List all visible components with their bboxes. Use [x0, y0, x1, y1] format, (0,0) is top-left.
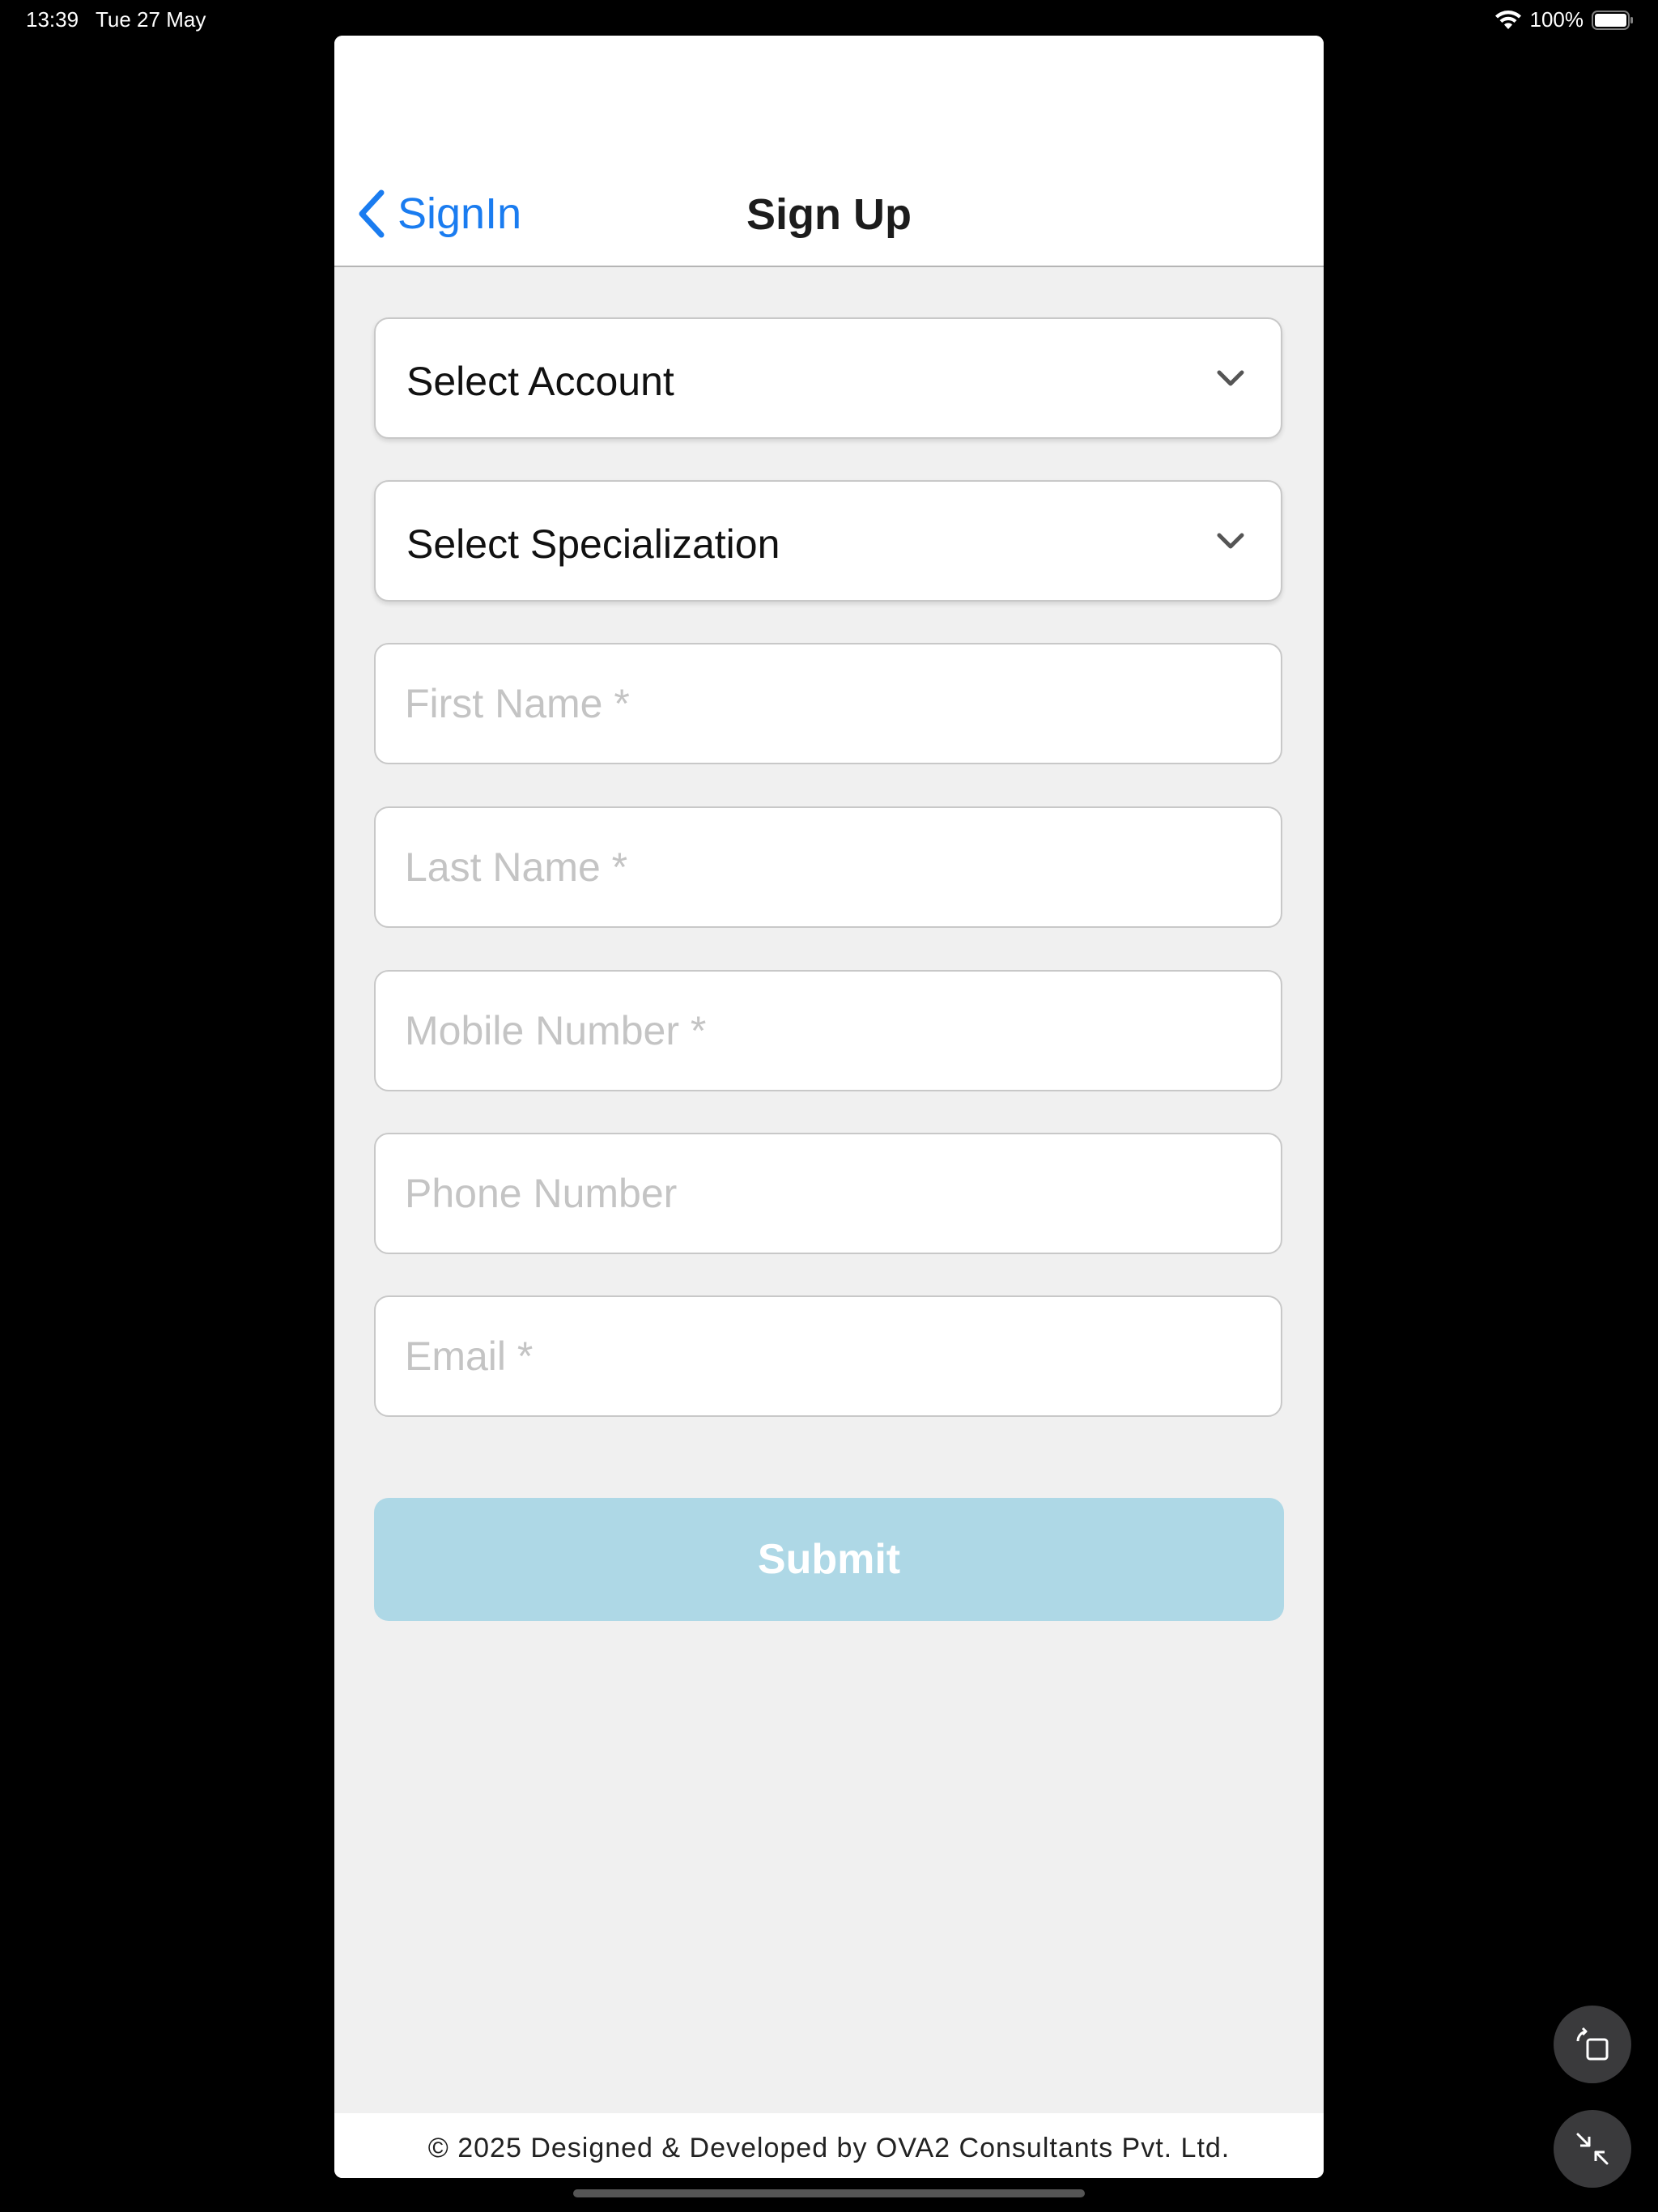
wifi-icon	[1494, 10, 1521, 29]
phone-number-field[interactable]	[374, 1133, 1282, 1254]
status-bar: 13:39 Tue 27 May 100%	[0, 0, 1658, 39]
mobile-number-field[interactable]	[374, 970, 1282, 1091]
last-name-field[interactable]	[374, 806, 1282, 928]
minimize-button[interactable]	[1554, 2110, 1631, 2188]
rotate-button[interactable]	[1554, 2006, 1631, 2083]
submit-button[interactable]: Submit	[374, 1498, 1284, 1621]
phone-number-input[interactable]	[405, 1134, 1247, 1253]
email-field[interactable]	[374, 1295, 1282, 1417]
chevron-down-icon	[1217, 370, 1244, 386]
battery-icon	[1592, 10, 1633, 30]
last-name-input[interactable]	[405, 808, 1247, 926]
rotate-icon	[1576, 2027, 1609, 2061]
chevron-down-icon	[1217, 533, 1244, 549]
minimize-icon	[1576, 2133, 1609, 2165]
home-indicator	[573, 2189, 1085, 2197]
account-select-label: Select Account	[406, 359, 674, 404]
status-date: Tue 27 May	[96, 7, 206, 32]
page-title: Sign Up	[746, 190, 912, 239]
app-window: SignIn Sign Up Select Account Select Spe…	[334, 36, 1324, 2178]
account-select[interactable]: Select Account	[374, 317, 1282, 439]
battery-percent: 100%	[1529, 7, 1584, 32]
email-input[interactable]	[405, 1297, 1247, 1415]
first-name-input[interactable]	[405, 644, 1247, 763]
navigation-bar: SignIn Sign Up	[334, 36, 1324, 267]
first-name-field[interactable]	[374, 643, 1282, 764]
footer: © 2025 Designed & Developed by OVA2 Cons…	[334, 2113, 1324, 2178]
status-indicators: 100%	[1494, 7, 1635, 32]
specialization-select-label: Select Specialization	[406, 521, 780, 567]
mobile-number-input[interactable]	[405, 972, 1247, 1090]
footer-text: © 2025 Designed & Developed by OVA2 Cons…	[427, 2133, 1231, 2163]
specialization-select[interactable]: Select Specialization	[374, 480, 1282, 602]
status-time: 13:39	[26, 7, 79, 32]
